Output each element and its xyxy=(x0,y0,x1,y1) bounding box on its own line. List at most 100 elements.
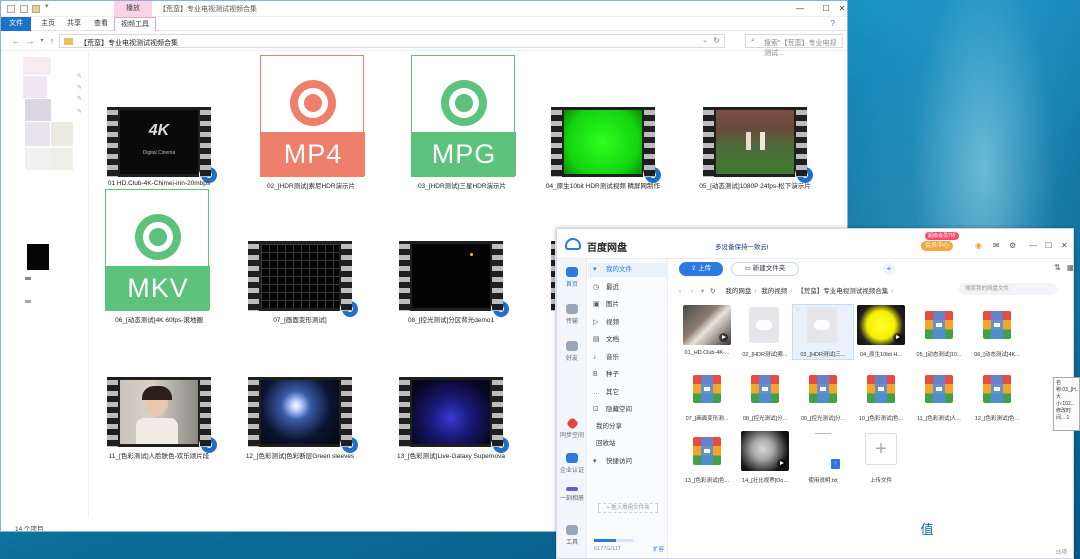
netdisk-file-tile[interactable]: 13_[色彩测试]色... xyxy=(677,431,737,485)
file-item-video[interactable]: 13_[色彩测试]Live-Galaxy Supernova xyxy=(381,377,521,460)
tab-video-tools[interactable]: 视频工具 xyxy=(114,17,156,31)
cloud-file-icon xyxy=(807,307,837,343)
mail-icon[interactable]: ✉ xyxy=(993,241,1000,250)
pin-icon[interactable]: ✎ xyxy=(77,95,82,102)
netdisk-file-tile-selected[interactable]: ○ 03_[HDR测试]三... xyxy=(792,304,854,360)
file-item-mkv[interactable]: MKV 06_[动态测试]4K 60fps-滚地圈 xyxy=(89,189,229,324)
properties-icon[interactable] xyxy=(20,5,28,13)
file-item-video[interactable]: 04_原生10bit HDR测试视频 精屏网制作 xyxy=(533,107,673,190)
upload-file-tile[interactable]: + 上传文件 xyxy=(851,431,911,485)
search-input[interactable]: ⌕ 搜索"【荒蛮】专业电视测试... xyxy=(745,34,843,57)
new-folder-button[interactable]: ▭ 新建文件夹 xyxy=(731,262,799,276)
nav-album[interactable]: 一刻相册 xyxy=(557,487,587,502)
pin-icon[interactable]: ✎ xyxy=(77,108,82,115)
netdisk-file-tile[interactable]: 07_[画面变形测... xyxy=(677,369,737,423)
breadcrumb-item[interactable]: 我的视频 xyxy=(761,288,787,295)
settings-gear-icon[interactable]: ⚙ xyxy=(1009,241,1016,250)
navigation-pane[interactable]: ✎ ✎ ✎ ✎ xyxy=(1,52,89,518)
minimize-button[interactable]: — xyxy=(787,3,813,15)
netdisk-file-tile[interactable]: 01_HD.Club-4K-... xyxy=(677,305,737,359)
category-recent[interactable]: ◷ 最近 xyxy=(588,281,668,295)
netdisk-file-tile[interactable]: 12_[色彩测试]色... xyxy=(967,369,1027,423)
netdisk-file-tile[interactable]: 06_[动态测试]4K... xyxy=(967,305,1027,359)
file-item-video-partial[interactable] xyxy=(533,241,555,321)
context-tab-play[interactable]: 播放 xyxy=(114,1,152,17)
file-item-video[interactable]: 05_[动态测试]1080P 24fps-松下演示片 xyxy=(685,107,825,190)
sync-banner[interactable]: 多设备保持一致云l xyxy=(715,241,768,251)
up-arrow-icon[interactable]: ↑ xyxy=(47,35,57,47)
netdisk-file-tile[interactable]: 04_原生10bit H... xyxy=(851,305,911,359)
tab-view[interactable]: 查看 xyxy=(88,17,114,31)
category-quick-access[interactable]: ▾ 快捷访问 xyxy=(588,455,668,469)
nav-friends[interactable]: 好友 xyxy=(557,341,587,362)
member-center-button[interactable]: 会员中心 xyxy=(921,241,954,251)
netdisk-file-tile[interactable]: 02_[HDR测试]索... xyxy=(735,305,795,359)
category-other[interactable]: … 其它 xyxy=(588,386,668,400)
back-arrow-icon[interactable]: ← xyxy=(11,35,21,47)
netdisk-file-tile[interactable]: 10_[色彩测试]色... xyxy=(851,369,911,423)
close-button[interactable]: ✕ xyxy=(836,3,847,15)
address-box[interactable]: 【荒蛮】专业电视测试视频合集 ⌄ ↻ xyxy=(59,34,725,48)
game-icon[interactable]: ◉ xyxy=(975,241,982,250)
netdisk-file-tile[interactable]: 08_[控光测试]分... xyxy=(735,369,795,423)
forward-arrow-icon[interactable]: → xyxy=(25,35,35,47)
forward-chevron-icon[interactable]: › xyxy=(691,288,693,295)
nav-transfer[interactable]: 传输 xyxy=(557,304,587,325)
quick-access-chevron-icon[interactable]: ▾ xyxy=(45,2,53,10)
vip-promo-badge[interactable]: 超级会员7折 xyxy=(925,232,959,240)
nav-home[interactable]: 首页 xyxy=(557,267,587,288)
pin-icon[interactable]: ✎ xyxy=(77,73,82,80)
pin-icon[interactable]: ✎ xyxy=(77,84,82,91)
file-item-video[interactable]: 12_[色彩测试]色彩断层Green sleeves xyxy=(230,377,370,460)
pixelated-item xyxy=(25,148,51,170)
category-hidden-space[interactable]: ⊡ 隐藏空间 xyxy=(588,403,668,417)
add-favorite-folder-dropzone[interactable]: + 拖入常用文件夹 xyxy=(598,503,658,513)
back-chevron-icon[interactable]: ‹ xyxy=(679,288,681,295)
help-icon[interactable]: ? xyxy=(831,19,835,28)
netdisk-file-tile[interactable]: 14_[壮比视界]Do... xyxy=(735,431,795,485)
file-item-mpg[interactable]: MPG 03_[HDR测试]三星HDR演示片 xyxy=(392,55,532,190)
sort-icon[interactable]: ⇅ xyxy=(1054,263,1061,272)
dropdown-icon[interactable]: ▾ xyxy=(701,288,704,295)
tab-file[interactable]: 文件 xyxy=(1,17,31,31)
nav-tools[interactable]: 工具 xyxy=(557,525,587,546)
netdisk-file-tile[interactable]: 09_[控光测试]分... xyxy=(793,369,853,423)
upload-button[interactable]: ⇪ 上传 xyxy=(679,262,723,276)
category-images[interactable]: ▣ 图片 xyxy=(588,298,668,312)
new-folder-icon[interactable] xyxy=(32,5,40,13)
address-dropdown-icon[interactable]: ⌄ xyxy=(702,36,708,44)
close-button[interactable]: ✕ xyxy=(1061,241,1068,250)
category-torrents[interactable]: B 种子 xyxy=(588,368,668,382)
view-grid-icon[interactable]: ▦ xyxy=(1067,263,1073,272)
nav-enterprise[interactable]: 企业认证 xyxy=(557,453,587,474)
category-my-shares[interactable]: 我的分享 xyxy=(588,420,668,434)
tab-share[interactable]: 共享 xyxy=(61,17,87,31)
more-actions-button[interactable]: + xyxy=(883,263,895,275)
category-recycle-bin[interactable]: 回收站 xyxy=(588,437,668,451)
breadcrumb-item[interactable]: 我的网盘 xyxy=(725,288,751,295)
refresh-icon[interactable]: ↻ xyxy=(710,288,715,295)
maximize-button[interactable]: ☐ xyxy=(1045,241,1052,250)
netdisk-file-tile[interactable]: 05_[动态测试]10... xyxy=(909,305,969,359)
file-item-video[interactable]: 11_[色彩测试]人脸肤色-欢乐颂片段 xyxy=(89,377,229,460)
recent-chevron-icon[interactable]: ▾ xyxy=(37,35,47,47)
netdisk-file-tile[interactable]: 11_[色彩测试]人... xyxy=(909,369,969,423)
file-item-video[interactable]: 07_[画面变形测试] xyxy=(230,241,370,324)
file-item-mp4[interactable]: MP4 02_[HDR测试]索尼HDR演示片 xyxy=(241,55,381,190)
window-menu-icon[interactable] xyxy=(7,5,15,13)
nav-sync-space[interactable]: 同步空间 xyxy=(557,417,587,439)
minimize-button[interactable]: — xyxy=(1029,241,1037,250)
refresh-icon[interactable]: ↻ xyxy=(713,36,720,45)
checkbox-icon[interactable]: ○ xyxy=(796,307,800,313)
category-my-files[interactable]: ▾ 我的文件 xyxy=(588,263,668,277)
file-item-video[interactable]: 4K Digital Cinema 01 HD.Club-4K-Chimei-i… xyxy=(89,107,229,187)
tab-home[interactable]: 主页 xyxy=(35,17,61,31)
netdisk-search-input[interactable]: 搜索我的网盘文件 xyxy=(959,283,1057,295)
expand-storage-link[interactable]: 扩容 xyxy=(653,545,664,553)
category-videos[interactable]: ▷ 视频 xyxy=(588,316,668,330)
netdisk-file-tile[interactable]: ↑ 使用说明.txt xyxy=(793,431,853,485)
file-item-video[interactable]: 08_[控光测试]分区背光demo1 xyxy=(381,241,521,324)
breadcrumb-item[interactable]: 【荒蛮】专业电视测试视频合集 xyxy=(797,288,888,295)
category-documents[interactable]: ▤ 文档 xyxy=(588,333,668,347)
category-music[interactable]: ♪ 音乐 xyxy=(588,351,668,365)
